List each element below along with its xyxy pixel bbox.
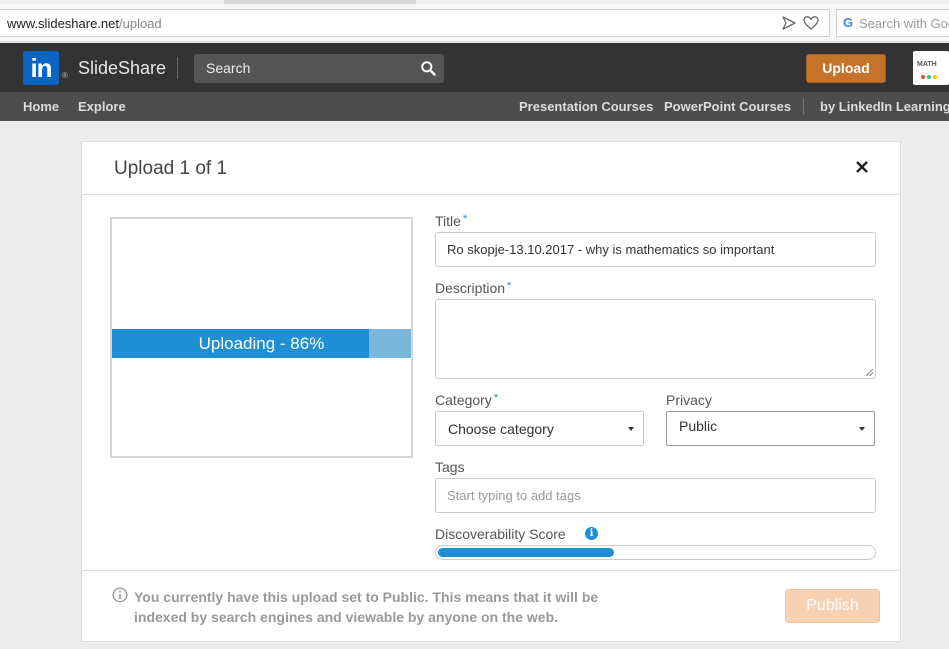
site-search-placeholder: Search [206,60,251,76]
upload-dialog: Upload 1 of 1 Uploading - 86% Title * Ro … [81,141,901,642]
send-icon[interactable] [781,15,797,31]
info-circle-icon [112,587,128,603]
avatar-dot [933,75,937,79]
category-select[interactable]: Choose category [435,411,644,446]
info-icon[interactable]: i [585,527,598,540]
site-search-input[interactable]: Search [194,54,444,83]
privacy-label: Privacy [666,392,712,408]
category-value: Choose category [448,421,554,437]
upload-button[interactable]: Upload [806,54,886,83]
nav-divider [803,98,804,115]
nav-linkedin-learning[interactable]: by LinkedIn Learning [820,99,949,114]
resize-grip-icon[interactable] [866,369,873,376]
browser-search-placeholder: Search with Goo [859,16,949,31]
description-textarea[interactable] [435,299,876,379]
search-icon[interactable] [420,60,436,76]
close-icon[interactable] [855,160,869,174]
required-mark: * [462,213,468,225]
dialog-title: Upload 1 of 1 [114,158,228,179]
upload-preview: Uploading - 86% [110,217,413,458]
discoverability-label: Discoverability Score [435,526,566,542]
tags-label: Tags [435,459,465,475]
header-divider [177,57,178,79]
google-icon: G [843,15,854,30]
tags-input[interactable]: Start typing to add tags [435,478,876,513]
footer-divider [82,570,900,571]
title-input[interactable]: Ro skopje-13.10.2017 - why is mathematic… [435,232,876,267]
address-text: www.slideshare.net/upload [7,16,162,31]
nav-explore[interactable]: Explore [78,99,126,114]
browser-toolbar: www.slideshare.net/upload G Search with … [0,4,949,42]
description-label-text: Description [435,280,506,296]
brand-name[interactable]: SlideShare [78,58,166,79]
heart-icon[interactable] [803,15,819,31]
upload-progress-label: Uploading - 86% [198,334,325,353]
avatar-dot [921,75,925,79]
chevron-down-icon [628,427,634,431]
required-mark: * [493,392,499,404]
publish-button[interactable]: Publish [785,589,880,623]
avatar-dot [927,75,931,79]
sub-navigation: Home Explore Presentation Courses PowerP… [0,92,949,121]
required-mark: * [507,280,512,292]
address-path: /upload [119,16,162,31]
title-label-text: Title [435,213,461,229]
public-visibility-notice: You currently have this upload set to Pu… [134,589,599,625]
nav-powerpoint-courses[interactable]: PowerPoint Courses [664,99,791,114]
description-label: Description * [435,280,511,296]
address-host: www.slideshare.net [7,16,119,31]
chevron-down-icon [859,427,865,431]
avatar[interactable]: MATH [913,51,949,85]
title-label: Title * [435,213,467,229]
category-label-text: Category [435,392,492,408]
tags-placeholder: Start typing to add tags [447,488,581,503]
browser-search-box[interactable]: G Search with Goo [836,9,949,37]
category-label: Category * [435,392,498,408]
nav-home[interactable]: Home [23,99,59,114]
discoverability-score-bar [435,545,876,560]
address-bar[interactable]: www.slideshare.net/upload [0,9,830,37]
avatar-label: MATH [917,61,937,68]
privacy-value: Public [679,418,718,434]
discoverability-score-fill [438,548,614,557]
nav-presentation-courses[interactable]: Presentation Courses [519,99,653,114]
site-header: in ® SlideShare Search Upload MATH [0,43,949,92]
dialog-divider [82,194,900,195]
upload-progress-bar: Uploading - 86% [112,329,411,358]
privacy-select[interactable]: Public [666,411,875,446]
linkedin-logo[interactable]: in [23,51,59,85]
registered-mark: ® [62,71,68,80]
